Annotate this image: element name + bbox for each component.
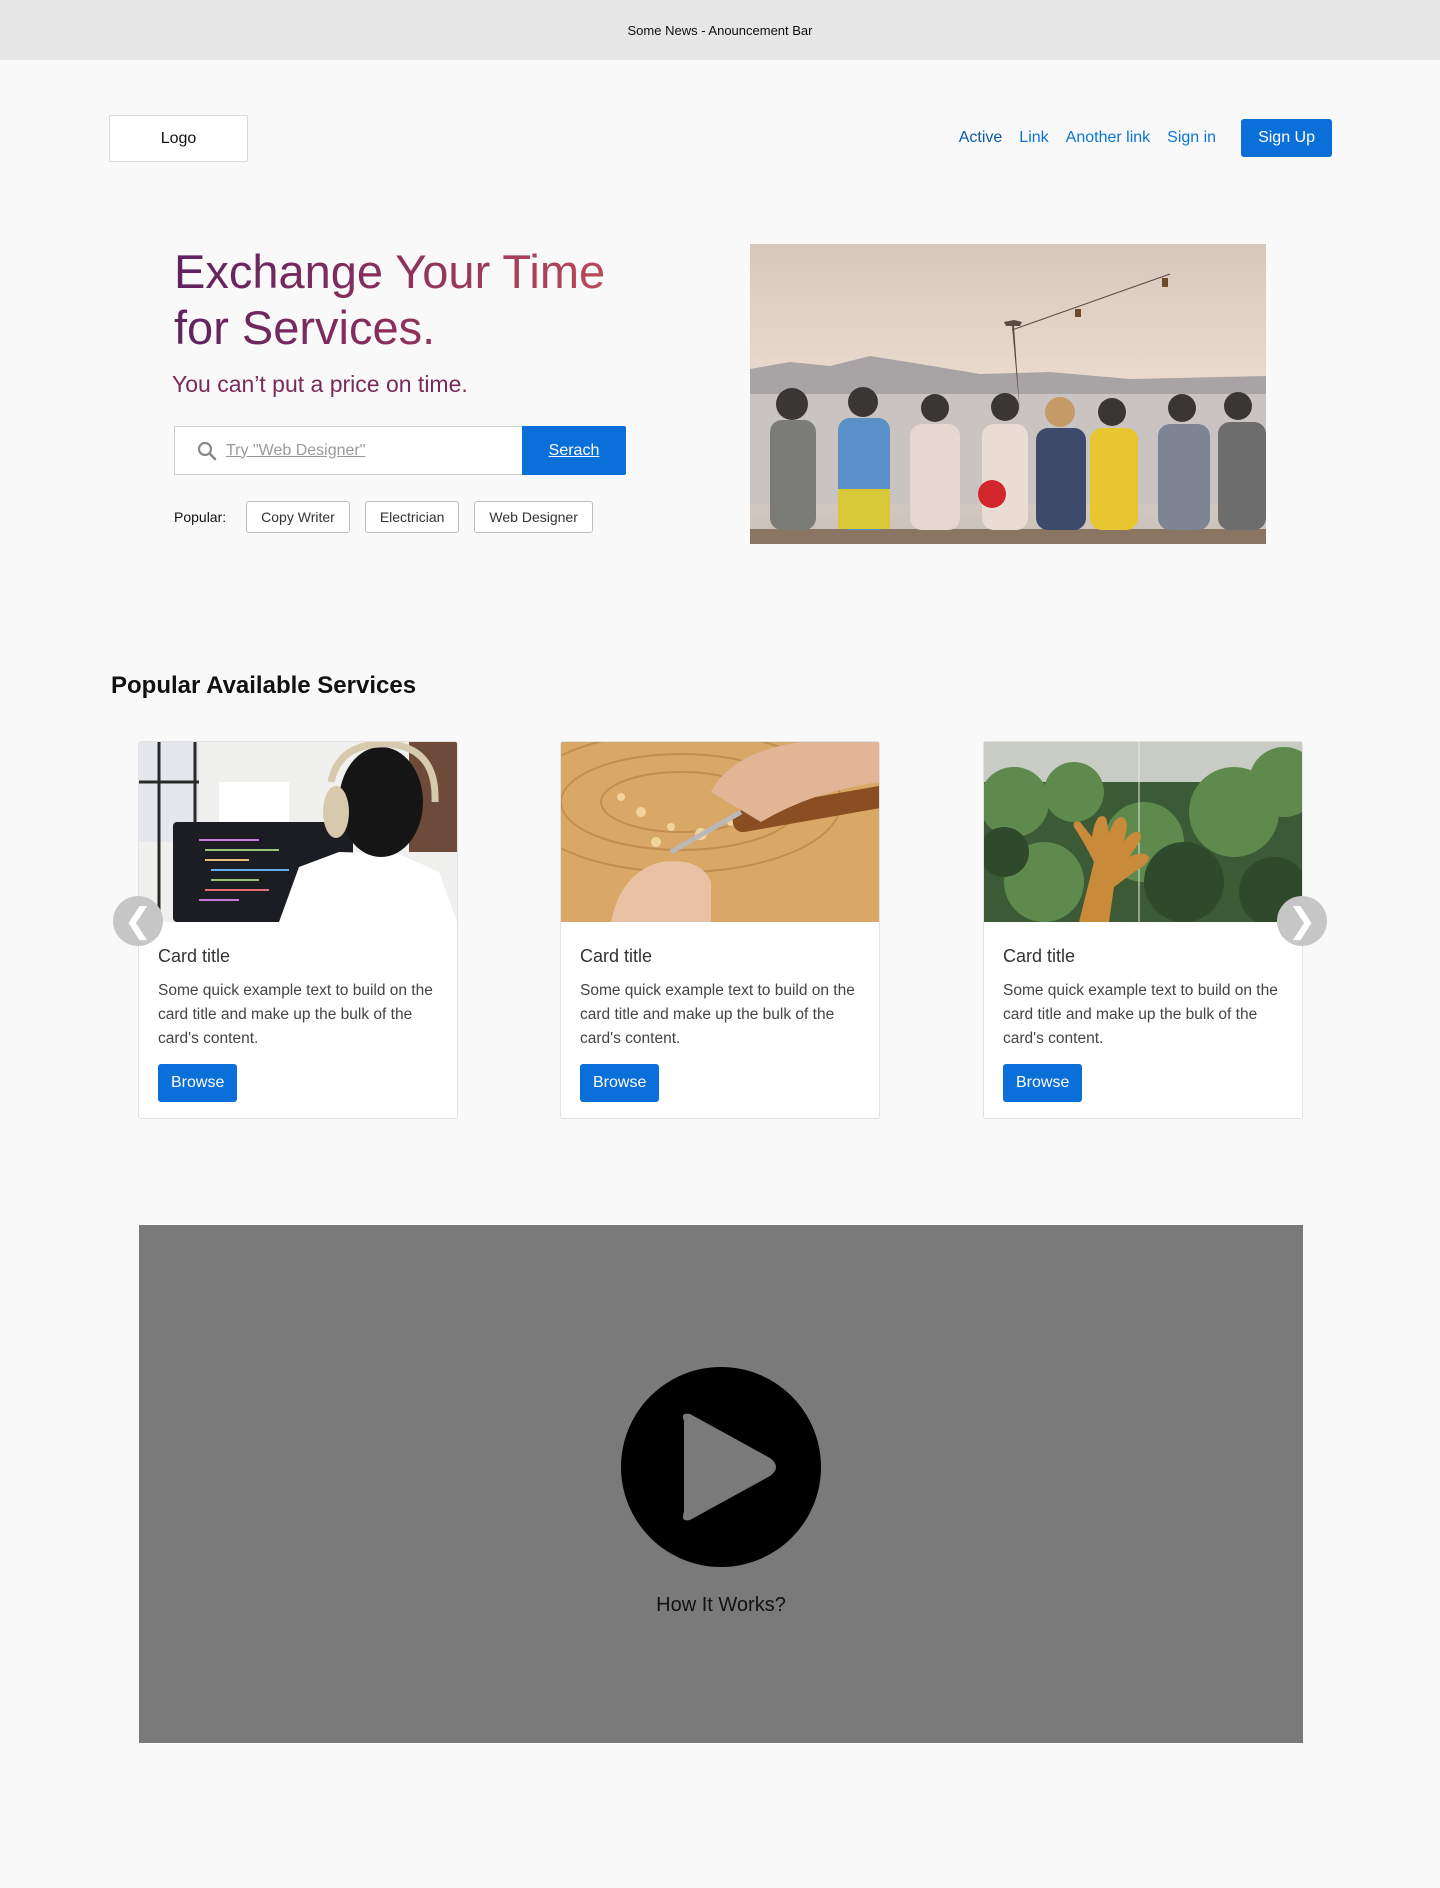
card-image-gardener: [984, 742, 1302, 922]
main-nav: Active Link Another link Sign in Sign Up: [959, 119, 1332, 157]
card-image-developer: [139, 742, 457, 922]
hero-image: [750, 244, 1266, 544]
card-image-woodcarving: [561, 742, 879, 922]
sign-up-button[interactable]: Sign Up: [1241, 119, 1332, 157]
popular-tag-copy-writer[interactable]: Copy Writer: [246, 501, 350, 533]
search-input[interactable]: Try "Web Designer": [174, 426, 522, 475]
service-card: Card title Some quick example text to bu…: [560, 741, 880, 1119]
card-title: Card title: [158, 946, 231, 966]
card-title: Card title: [1003, 946, 1076, 966]
hero-title-line1: Exchange Your Time: [174, 245, 606, 298]
card-title: Card title: [580, 946, 653, 966]
card-text: Some quick example text to build on the …: [1003, 982, 1278, 1047]
sign-in-link[interactable]: Sign in: [1167, 129, 1216, 147]
search-placeholder: Try "Web Designer": [226, 441, 366, 459]
search-icon: [197, 441, 217, 460]
hero-title: Exchange Your Time for Services.: [174, 244, 654, 356]
announcement-bar: Some News - Anouncement Bar: [0, 0, 1440, 60]
nav-link[interactable]: Link: [1019, 129, 1048, 147]
announcement-text: Some News - Anouncement Bar: [627, 22, 813, 38]
hero-subtitle: You can’t put a price on time.: [172, 371, 468, 397]
chevron-right-icon: ❯: [1287, 902, 1317, 940]
popular-tag-web-designer[interactable]: Web Designer: [474, 501, 593, 533]
play-icon[interactable]: [620, 1366, 822, 1568]
card-text: Some quick example text to build on the …: [158, 982, 433, 1047]
nav-link-another[interactable]: Another link: [1066, 129, 1151, 147]
search-bar: Try "Web Designer" Serach: [174, 426, 626, 475]
browse-button[interactable]: Browse: [1003, 1064, 1083, 1102]
section-title: Popular Available Services: [111, 672, 417, 699]
hero-title-line2: for Services.: [174, 301, 436, 354]
video-section: How It Works?: [139, 1225, 1303, 1743]
browse-button[interactable]: Browse: [158, 1064, 238, 1102]
chevron-left-icon: ❮: [123, 902, 153, 940]
popular-tag-electrician[interactable]: Electrician: [364, 501, 460, 533]
logo[interactable]: Logo: [109, 115, 248, 162]
card-text: Some quick example text to build on the …: [580, 982, 855, 1047]
popular-label: Popular:: [174, 509, 227, 525]
popular-tags: Popular: Copy Writer Electrician Web Des…: [174, 501, 608, 533]
browse-button[interactable]: Browse: [580, 1064, 660, 1102]
search-button[interactable]: Serach: [522, 426, 626, 475]
carousel-next-button[interactable]: ❯: [1277, 896, 1327, 946]
nav-link-active[interactable]: Active: [959, 129, 1003, 147]
service-card: Card title Some quick example text to bu…: [138, 741, 458, 1119]
carousel-prev-button[interactable]: ❮: [113, 896, 163, 946]
video-caption: How It Works?: [656, 1594, 786, 1616]
service-card: Card title Some quick example text to bu…: [983, 741, 1303, 1119]
